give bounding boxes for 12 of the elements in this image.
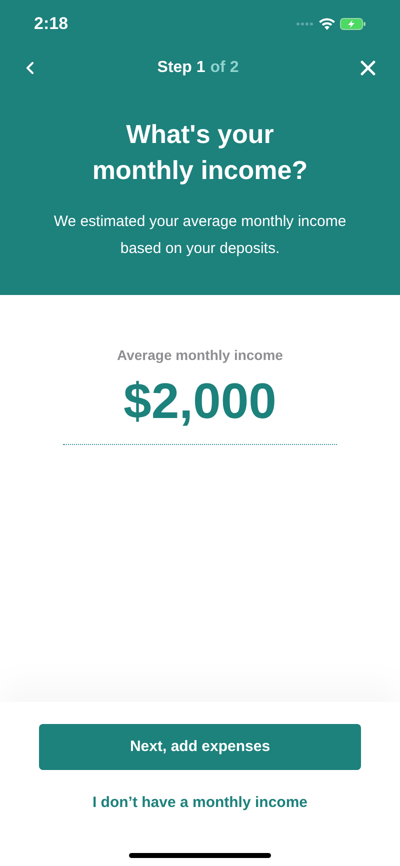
wifi-icon	[319, 18, 335, 30]
income-amount: $2,000	[124, 372, 276, 430]
signal-icon	[296, 22, 314, 26]
status-time: 2:18	[34, 13, 68, 36]
battery-icon	[340, 18, 366, 30]
next-button[interactable]: Next, add expenses	[39, 724, 361, 770]
step-count: of 2	[210, 58, 239, 78]
income-label: Average monthly income	[117, 346, 283, 365]
no-income-link[interactable]: I don’t have a monthly income	[92, 792, 308, 814]
page-title: What's your monthly income?	[91, 118, 309, 187]
page-subtitle: We estimated your average monthly income based on your deposits.	[52, 212, 348, 259]
step-label: Step 1	[157, 58, 206, 78]
